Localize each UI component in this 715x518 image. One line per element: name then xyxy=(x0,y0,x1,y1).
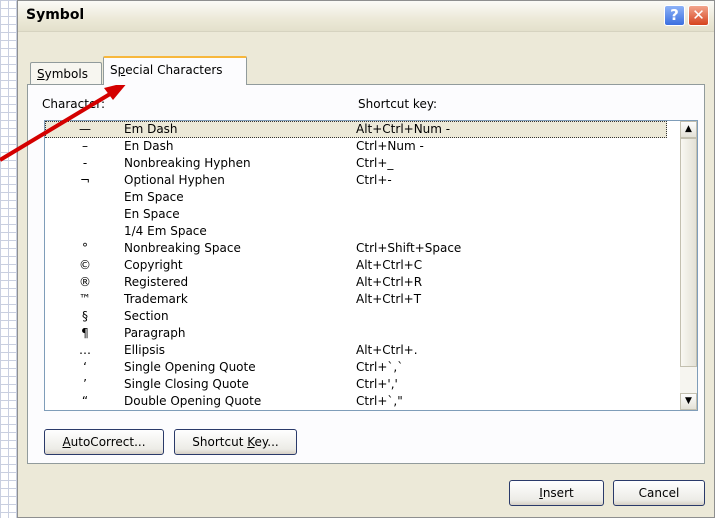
autocorrect-label: utoCorrect... xyxy=(70,435,146,449)
character-name: Single Opening Quote xyxy=(124,360,256,374)
character-glyph: – xyxy=(82,139,88,153)
character-glyph: “ xyxy=(81,394,89,408)
character-name: En Space xyxy=(124,207,180,221)
character-glyph: § xyxy=(82,309,88,323)
character-glyph: ¶ xyxy=(81,326,89,340)
list-item[interactable]: – En Dash Ctrl+Num - xyxy=(45,138,667,155)
tab-symbols[interactable]: Symbols xyxy=(30,62,102,84)
window-title: Symbol xyxy=(26,7,85,23)
character-name: Single Closing Quote xyxy=(124,377,249,391)
shortcut-key: Alt+Ctrl+C xyxy=(356,258,423,272)
character-name: Ellipsis xyxy=(124,343,166,357)
autocorrect-accel: A xyxy=(62,435,71,449)
tab-special-characters[interactable]: Special Characters xyxy=(103,56,247,85)
insert-button[interactable]: Insert xyxy=(509,480,604,506)
shortcut-column-header: Shortcut key: xyxy=(358,97,438,111)
vertical-scrollbar[interactable]: ▲ ▼ xyxy=(680,121,697,410)
shortcut-key: Alt+Ctrl+Num - xyxy=(356,122,451,136)
character-glyph: ® xyxy=(79,275,91,289)
list-item[interactable]: Em Space xyxy=(45,189,667,206)
list-item[interactable]: ° Nonbreaking Space Ctrl+Shift+Space xyxy=(45,240,667,257)
character-glyph: ¬ xyxy=(79,173,91,187)
list-item[interactable]: © Copyright Alt+Ctrl+C xyxy=(45,257,667,274)
tab-special-label-pre: S xyxy=(110,63,118,77)
character-glyph: ’ xyxy=(83,377,87,391)
shortcut-label-post: ey... xyxy=(254,435,279,449)
shortcut-key: Alt+Ctrl+T xyxy=(356,292,422,306)
list-item[interactable]: “ Double Opening Quote Ctrl+`," xyxy=(45,393,667,410)
character-glyph: © xyxy=(79,258,91,272)
cancel-button[interactable]: Cancel xyxy=(613,480,705,506)
list-item[interactable]: - Nonbreaking Hyphen Ctrl+_ xyxy=(45,155,667,172)
character-name: Double Opening Quote xyxy=(124,394,262,408)
help-button[interactable]: ? xyxy=(664,5,685,26)
character-glyph: ° xyxy=(82,241,88,255)
list-rows: — Em Dash Alt+Ctrl+Num - – En Dash Ctrl+Num -… xyxy=(45,121,667,410)
character-name: Em Space xyxy=(124,190,184,204)
scroll-down-icon[interactable]: ▼ xyxy=(680,393,697,410)
character-name: Section xyxy=(124,309,169,323)
shortcut-key: Alt+Ctrl+R xyxy=(356,275,423,289)
scroll-thumb[interactable] xyxy=(680,138,697,367)
character-column-header: Character: xyxy=(42,97,106,111)
list-item[interactable]: ¶ Paragraph xyxy=(45,325,667,342)
shortcut-label-pre: Shortcut xyxy=(192,435,248,449)
title-bar[interactable]: Symbol ? ✕ xyxy=(18,1,714,32)
autocorrect-button[interactable]: AutoCorrect... xyxy=(44,429,164,455)
close-button[interactable]: ✕ xyxy=(688,5,709,26)
list-item[interactable]: § Section xyxy=(45,308,667,325)
character-glyph: … xyxy=(79,343,91,357)
special-characters-panel: Character: Shortcut key: — Em Dash Alt+Ctr… xyxy=(27,84,705,464)
shortcut-key: Ctrl+`,` xyxy=(356,360,404,374)
list-item[interactable]: 1/4 Em Space xyxy=(45,223,667,240)
shortcut-key: Ctrl+Shift+Space xyxy=(356,241,462,255)
insert-label: nsert xyxy=(542,486,574,500)
character-name: Trademark xyxy=(124,292,188,306)
character-glyph: ‘ xyxy=(83,360,87,374)
character-glyph: ™ xyxy=(79,292,91,306)
list-item[interactable]: ™ Trademark Alt+Ctrl+T xyxy=(45,291,667,308)
shortcut-key: Ctrl+- xyxy=(356,173,392,187)
tab-symbols-label: ymbols xyxy=(44,67,88,81)
character-name: En Dash xyxy=(124,139,174,153)
list-item[interactable]: ¬ Optional Hyphen Ctrl+- xyxy=(45,172,667,189)
list-item[interactable]: En Space xyxy=(45,206,667,223)
character-glyph: — xyxy=(79,122,91,136)
shortcut-key: Ctrl+_ xyxy=(356,156,394,170)
character-name: Copyright xyxy=(124,258,183,272)
shortcut-key: Ctrl+`," xyxy=(356,394,403,408)
character-glyph: - xyxy=(82,156,88,170)
shortcut-key: Ctrl+',' xyxy=(356,377,398,391)
character-name: Optional Hyphen xyxy=(124,173,225,187)
symbol-dialog: Symbol ? ✕ Symbols Special Characters Ch… xyxy=(17,0,715,518)
shortcut-key-button[interactable]: Shortcut Key... xyxy=(174,429,297,455)
shortcut-key: Alt+Ctrl+. xyxy=(356,343,418,357)
character-name: Registered xyxy=(124,275,189,289)
character-name: Nonbreaking Space xyxy=(124,241,241,255)
character-name: Em Dash xyxy=(124,122,178,136)
scroll-up-icon[interactable]: ▲ xyxy=(680,121,697,138)
list-item[interactable]: … Ellipsis Alt+Ctrl+. xyxy=(45,342,667,359)
list-item[interactable]: ‘ Single Opening Quote Ctrl+`,` xyxy=(45,359,667,376)
list-item[interactable]: — Em Dash Alt+Ctrl+Num - xyxy=(45,121,667,138)
special-characters-list[interactable]: — Em Dash Alt+Ctrl+Num - – En Dash Ctrl+Num -… xyxy=(44,120,698,411)
shortcut-key: Ctrl+Num - xyxy=(356,139,424,153)
character-name: Paragraph xyxy=(124,326,186,340)
tab-symbols-accel: S xyxy=(37,67,45,81)
character-name: 1/4 Em Space xyxy=(124,224,207,238)
tab-special-label: ecial Characters xyxy=(125,63,223,77)
list-item[interactable]: ® Registered Alt+Ctrl+R xyxy=(45,274,667,291)
list-item[interactable]: ’ Single Closing Quote Ctrl+',' xyxy=(45,376,667,393)
character-name: Nonbreaking Hyphen xyxy=(124,156,251,170)
shortcut-accel: K xyxy=(247,435,255,449)
